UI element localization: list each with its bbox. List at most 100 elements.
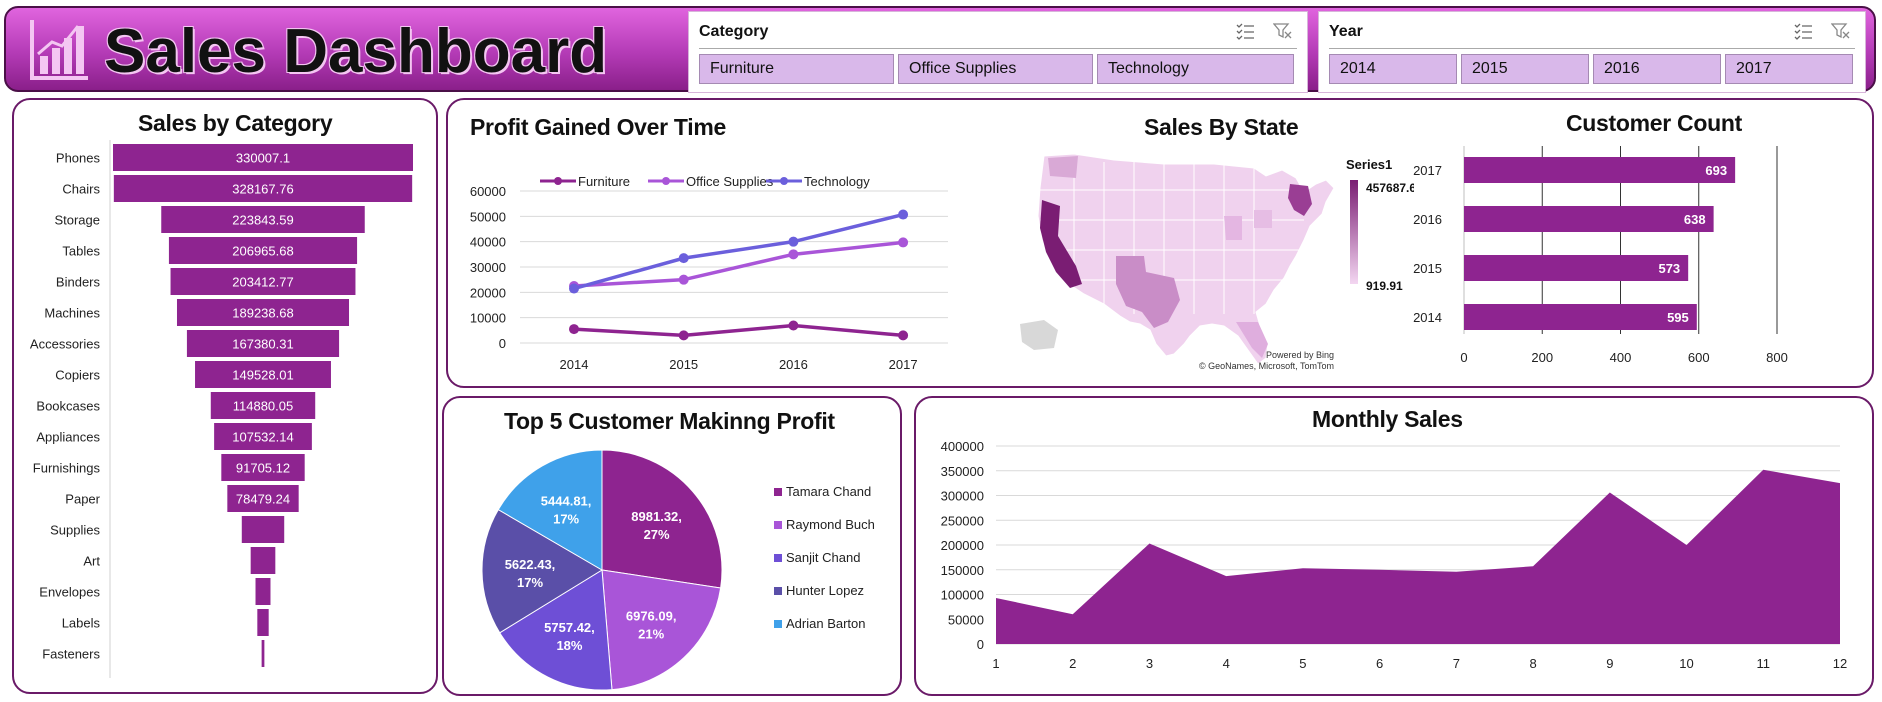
y-tick-label: 0 [499, 336, 506, 351]
slicer-chip-office-supplies[interactable]: Office Supplies [898, 54, 1093, 84]
data-point [678, 274, 689, 285]
y-tick-label: 100000 [941, 588, 984, 603]
data-point [898, 330, 909, 341]
map-attribution: © GeoNames, Microsoft, TomTom [1199, 361, 1334, 371]
bar-data-label: 107532.14 [232, 430, 293, 445]
legend-swatch [774, 488, 782, 496]
slice-percent-label: 21% [638, 627, 664, 642]
y-tick-label: 2016 [1413, 212, 1442, 227]
y-tick-label: 200000 [941, 538, 984, 553]
category-tick-label: Phones [56, 151, 101, 166]
slicer-title: Year [1329, 23, 1363, 40]
data-point [569, 324, 579, 335]
category-tick-label: Copiers [55, 368, 100, 383]
y-tick-label: 2014 [1413, 310, 1442, 325]
slicer-chip-2015[interactable]: 2015 [1461, 54, 1589, 84]
bar-data-label: 330007.1 [236, 151, 290, 166]
legend-label: Technology [804, 174, 870, 189]
slicer-chip-furniture[interactable]: Furniture [699, 54, 894, 84]
slice-percent-label: 17% [553, 512, 579, 527]
category-tick-label: Paper [65, 492, 100, 507]
slicer-title: Category [699, 23, 769, 40]
y-tick-label: 2017 [1413, 163, 1442, 178]
bar-data-label: 328167.76 [232, 182, 293, 197]
top5-customers-pie: 8981.32, 27% Tamara Chand 6976.09, 21% Raymon… [481, 449, 875, 691]
y-tick-label: 50000 [948, 612, 984, 627]
x-tick-label: 2 [1069, 656, 1076, 671]
slice-percent-label: 27% [644, 527, 670, 542]
bar-data-label: 114880.05 [233, 399, 294, 414]
legend-label: Office Supplies [686, 174, 774, 189]
clear-filter-icon[interactable] [1830, 22, 1851, 40]
clear-filter-icon[interactable] [1272, 22, 1293, 40]
y-tick-label: 60000 [470, 184, 506, 199]
data-point [788, 236, 799, 247]
category-tick-label: Chairs [62, 182, 100, 197]
slice-data-label: 5622.43, [505, 557, 556, 572]
legend-swatch [774, 521, 782, 529]
legend-label: Furniture [578, 174, 630, 189]
state-washington [1048, 156, 1078, 178]
y-tick-label: 350000 [941, 464, 984, 479]
y-tick-label: 10000 [470, 311, 506, 326]
bar-data-label: 206965.68 [232, 244, 293, 259]
category-tick-label: Supplies [50, 523, 100, 538]
legend-swatch [774, 620, 782, 628]
category-bar [255, 578, 271, 605]
legend-marker [780, 177, 788, 185]
slicer-chip-technology[interactable]: Technology [1097, 54, 1294, 84]
y-tick-label: 0 [977, 637, 984, 652]
slicer-divider [699, 48, 1297, 49]
top5-customers-panel: Top 5 Customer Makinng Profit 8981.32, 27… [442, 396, 902, 696]
category-tick-label: Tables [62, 244, 100, 259]
legend-label: Hunter Lopez [786, 583, 864, 598]
bar-data-label: 638 [1684, 212, 1706, 227]
customer-count-bar [1464, 304, 1697, 330]
data-point [678, 330, 689, 341]
bar-data-label: 149528.01 [232, 368, 293, 383]
slicer-chip-2017[interactable]: 2017 [1725, 54, 1853, 84]
x-tick-label: 6 [1376, 656, 1383, 671]
legend-swatch [774, 554, 782, 562]
sales-by-category-chart: Phones 330007.1 Chairs 328167.76 Storage 2238… [30, 140, 413, 678]
category-tick-label: Furnishings [33, 461, 101, 476]
state-illinois [1224, 216, 1242, 240]
slice-percent-label: 18% [556, 638, 582, 653]
x-tick-label: 9 [1606, 656, 1613, 671]
legend-marker [662, 177, 670, 185]
bar-data-label: 78479.24 [236, 492, 290, 507]
x-tick-label: 10 [1679, 656, 1693, 671]
category-bar [241, 516, 285, 543]
map-attribution: Powered by Bing [1266, 350, 1334, 360]
bar-data-label: 573 [1658, 261, 1680, 276]
customer-count-bar [1464, 157, 1736, 183]
x-tick-label: 200 [1531, 350, 1553, 365]
y-tick-label: 400000 [941, 439, 984, 454]
customer-count-bar [1464, 255, 1689, 281]
legend-label: Raymond Buch [786, 517, 875, 532]
monthly-sales-panel: Monthly Sales 0 50000 100000 150000 200000 25… [914, 396, 1874, 696]
multi-select-icon[interactable] [1793, 22, 1813, 40]
x-tick-label: 0 [1460, 350, 1467, 365]
y-tick-label: 40000 [470, 235, 506, 250]
legend-label: Adrian Barton [786, 616, 866, 631]
legend-gradient [1350, 180, 1358, 284]
legend-max-label: 457687.68 [1366, 181, 1414, 195]
bar-data-label: 189238.68 [232, 306, 293, 321]
data-point [898, 237, 909, 248]
data-point [898, 209, 909, 220]
data-point [788, 320, 799, 331]
category-tick-label: Bookcases [36, 399, 100, 414]
bar-data-label: 595 [1667, 310, 1689, 325]
multi-select-icon[interactable] [1235, 22, 1255, 40]
slicer-chip-2016[interactable]: 2016 [1593, 54, 1721, 84]
slicer-chip-2014[interactable]: 2014 [1329, 54, 1457, 84]
year-slicer: Year 2014 2015 2016 2017 [1318, 11, 1866, 93]
category-tick-label: Storage [54, 213, 100, 228]
bar-data-label: 223843.59 [232, 213, 293, 228]
y-tick-label: 150000 [941, 563, 984, 578]
x-tick-label: 600 [1688, 350, 1710, 365]
sales-by-category-panel: Sales by Category Phones 330007.1 Chairs 32… [12, 98, 438, 694]
slice-data-label: 5444.81, [541, 494, 592, 509]
series-line [573, 212, 904, 291]
